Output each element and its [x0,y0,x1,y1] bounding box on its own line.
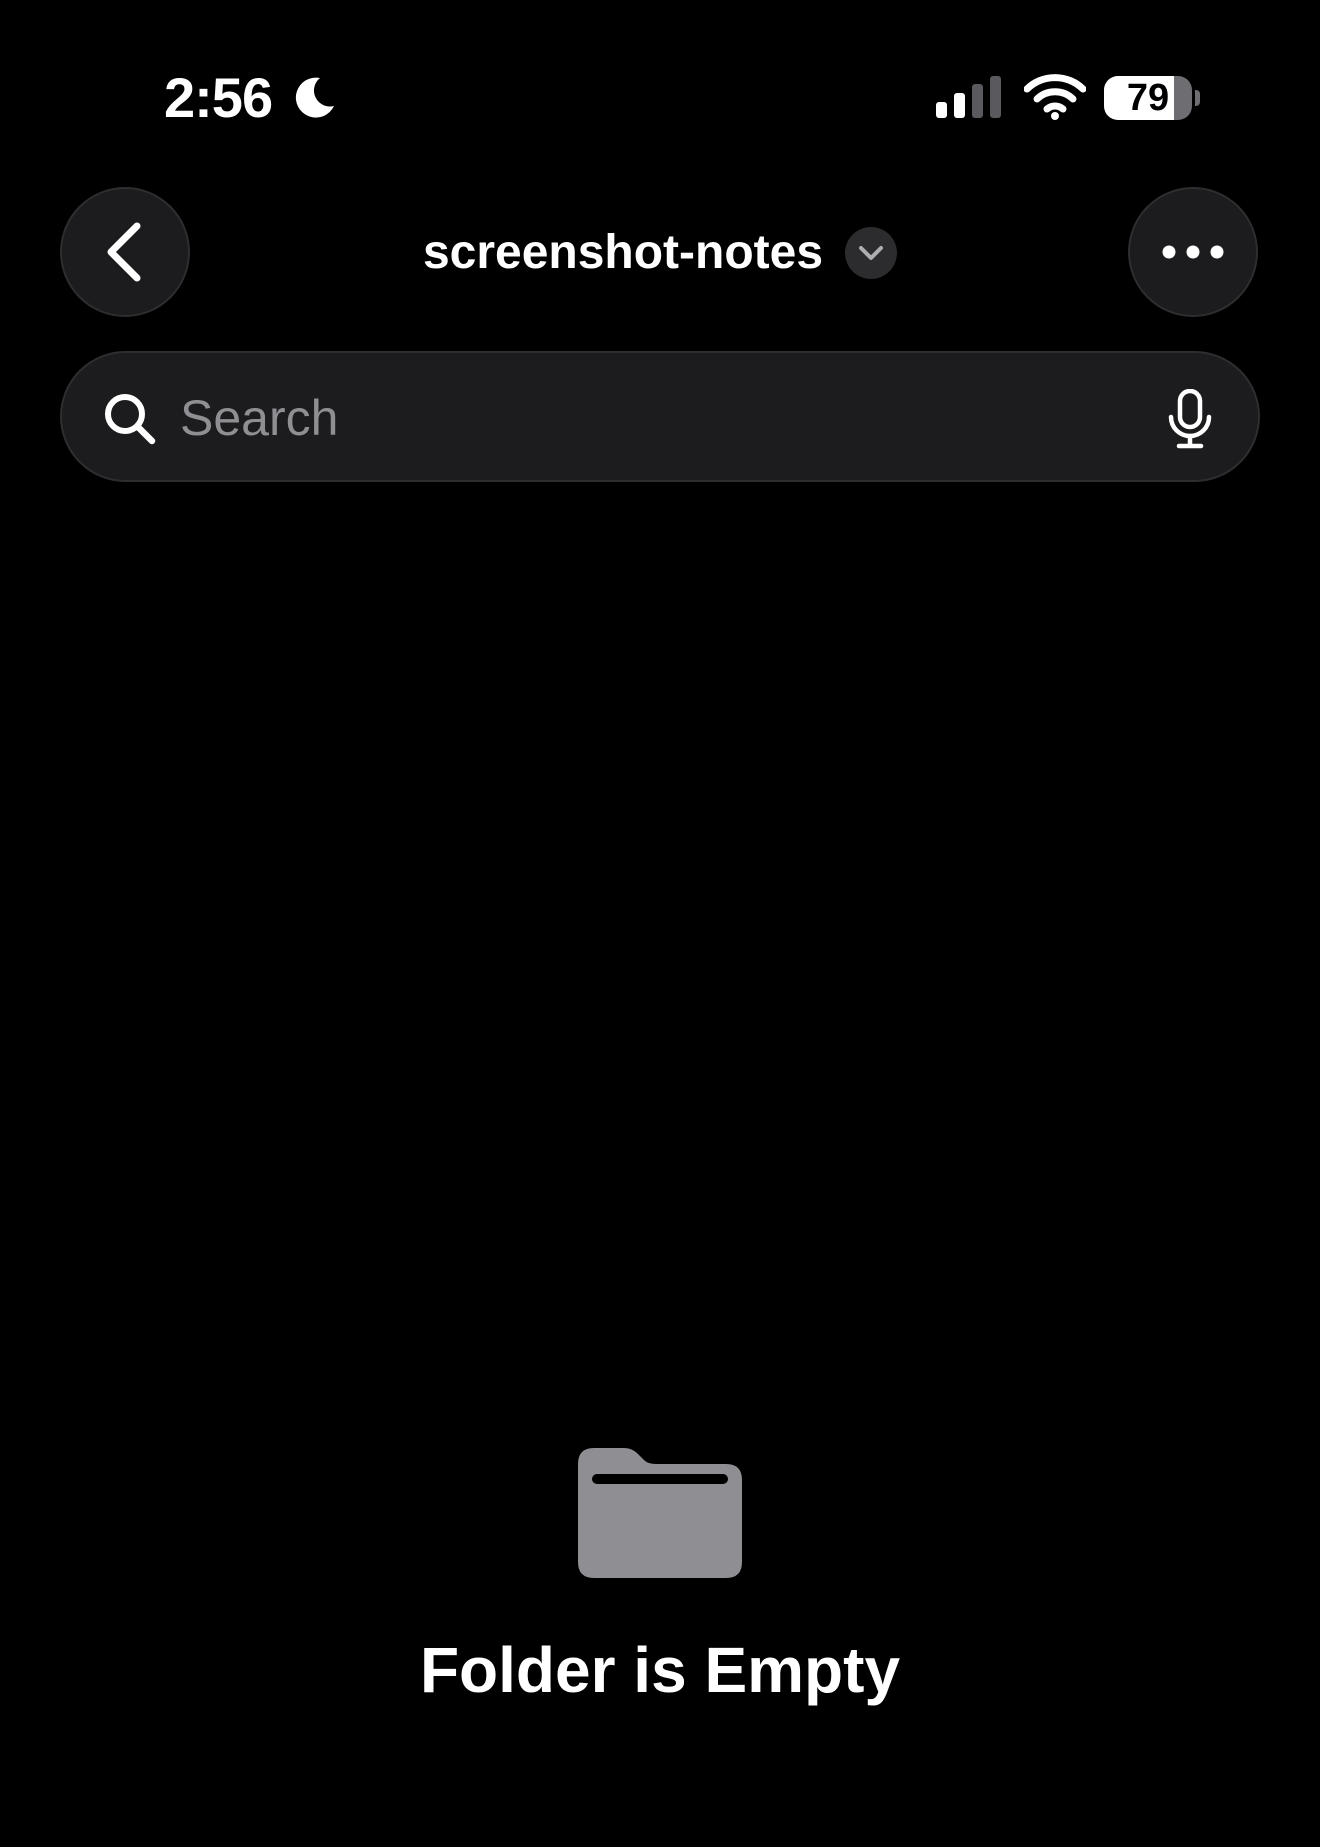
screen: 2:56 79 screenshot-notes Search Folder i… [0,0,1320,1847]
microphone-icon[interactable] [1166,389,1214,449]
ellipsis-icon [1162,245,1224,259]
empty-state-title: Folder is Empty [419,1634,901,1706]
folder-title-menu[interactable]: screenshot-notes [360,220,960,286]
cellular-signal-icon [936,76,1001,118]
more-button[interactable] [1128,187,1258,317]
chevron-down-icon [859,246,884,260]
status-time: 2:56 [164,66,273,129]
chevron-left-icon [107,222,141,282]
folder-icon [578,1448,742,1578]
status-bar: 2:56 79 [0,0,1320,150]
battery-cap [1195,90,1200,106]
moon-icon [295,77,334,118]
search-bar[interactable] [60,351,1260,482]
battery-icon: 79 [1104,76,1200,120]
search-input[interactable] [180,383,1080,453]
page-title: screenshot-notes [422,226,824,279]
battery-body: 79 [1104,76,1192,120]
back-button[interactable] [60,187,190,317]
title-menu-button[interactable] [845,227,898,279]
wifi-icon [1024,74,1086,120]
battery-level: 79 [1126,77,1170,119]
magnifying-glass-icon [105,394,156,445]
